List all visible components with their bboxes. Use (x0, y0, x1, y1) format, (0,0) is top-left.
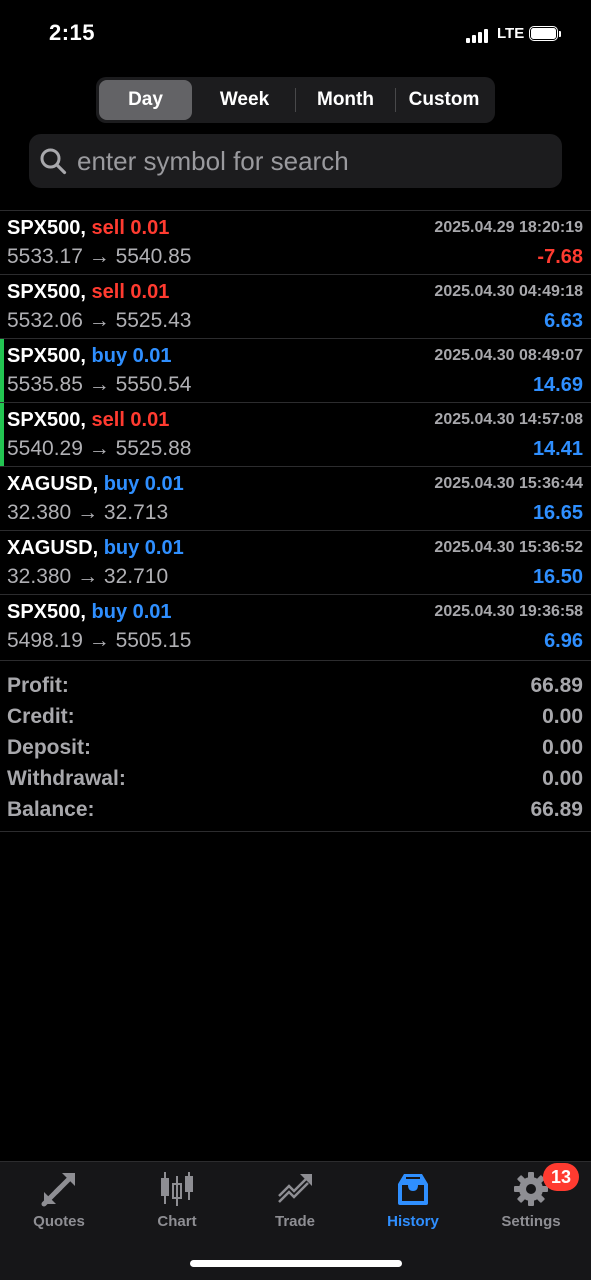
trade-trend-icon (278, 1174, 312, 1203)
trade-prices: 32.380 → 32.713 (7, 501, 169, 524)
trade-date: 2025.04.29 18:20:19 (434, 219, 583, 236)
trade-side: buy 0.01 (103, 473, 184, 495)
candlestick-chart-icon (161, 1172, 193, 1206)
tab-label: Chart (157, 1213, 197, 1230)
trade-row[interactable]: SPX500, sell 0.01 2025.04.30 04:49:18 55… (0, 274, 591, 338)
trade-symbol: SPX500, (7, 345, 86, 367)
settings-notification-badge: 13 (543, 1163, 579, 1191)
trade-profit: -7.68 (537, 246, 583, 268)
summary-row-credit: Credit: 0.00 (0, 705, 591, 736)
summary-label: Profit: (7, 674, 69, 697)
trade-row[interactable]: SPX500, sell 0.01 2025.04.30 14:57:08 55… (0, 402, 591, 467)
tab-label: Settings (501, 1213, 561, 1230)
trade-profit: 16.50 (532, 566, 583, 588)
trade-date: 2025.04.30 14:57:08 (434, 411, 583, 428)
trade-symbol: XAGUSD, (7, 537, 99, 559)
status-time: 2:15 (49, 20, 96, 45)
trade-side: sell 0.01 (91, 281, 170, 303)
trade-date: 2025.04.30 04:49:18 (434, 283, 583, 300)
trade-prices: 5498.19 → 5505.15 (7, 629, 192, 652)
tab-month[interactable]: Month (297, 80, 394, 120)
tab-day[interactable]: Day (99, 80, 192, 120)
summary-row-deposit: Deposit: 0.00 (0, 736, 591, 767)
trade-profit: 14.69 (532, 374, 583, 396)
trade-symbol: SPX500, (7, 601, 86, 623)
tab-label: Quotes (33, 1213, 85, 1230)
trade-history-list: SPX500, sell 0.01 2025.04.29 18:20:19 55… (0, 210, 591, 658)
summary-value: 0.00 (542, 767, 583, 790)
home-indicator (190, 1260, 402, 1267)
trade-side: sell 0.01 (91, 217, 170, 239)
status-bar: 2:15 LTE (0, 0, 591, 70)
tab-history[interactable]: History (354, 1162, 472, 1242)
trade-row[interactable]: SPX500, sell 0.01 2025.04.29 18:20:19 55… (0, 210, 591, 274)
summary-value: 0.00 (542, 736, 583, 759)
trade-symbol: SPX500, (7, 217, 86, 239)
cellular-signal-icon (466, 29, 490, 43)
trade-profit: 16.65 (532, 502, 583, 524)
trade-profit: 6.63 (544, 310, 583, 332)
tab-label: History (387, 1213, 439, 1230)
search-input[interactable] (77, 134, 547, 188)
summary-row-withdrawal: Withdrawal: 0.00 (0, 767, 591, 798)
trade-profit: 6.96 (544, 630, 583, 652)
segment-divider (295, 88, 296, 112)
summary-label: Balance: (7, 798, 95, 821)
trade-prices: 5535.85 → 5550.54 (7, 373, 192, 396)
summary-value: 66.89 (530, 798, 583, 821)
trade-row[interactable]: SPX500, buy 0.01 2025.04.30 19:36:58 549… (0, 594, 591, 658)
trade-prices: 5532.06 → 5525.43 (7, 309, 192, 332)
trade-side: buy 0.01 (103, 537, 184, 559)
trade-side: sell 0.01 (91, 409, 170, 431)
tab-custom[interactable]: Custom (396, 80, 492, 120)
trade-symbol: SPX500, (7, 409, 86, 431)
tab-label: Trade (274, 1213, 316, 1230)
summary-row-profit: Profit: 66.89 (0, 674, 591, 705)
trade-symbol: SPX500, (7, 281, 86, 303)
quotes-arrows-icon (41, 1173, 75, 1207)
tab-quotes[interactable]: Quotes (0, 1162, 118, 1242)
network-label: LTE (497, 25, 525, 42)
summary-value: 0.00 (542, 705, 583, 728)
tab-trade[interactable]: Trade (236, 1162, 354, 1242)
trade-date: 2025.04.30 19:36:58 (434, 603, 583, 620)
account-summary: Profit: 66.89 Credit: 0.00 Deposit: 0.00… (0, 660, 591, 832)
trade-row[interactable]: SPX500, buy 0.01 2025.04.30 08:49:07 553… (0, 338, 591, 403)
history-screen: 2:15 LTE Day Week Month Custom SPX500, s… (0, 0, 591, 1280)
trade-symbol: XAGUSD, (7, 473, 99, 495)
trade-side: buy 0.01 (91, 601, 172, 623)
search-bar[interactable] (29, 134, 562, 188)
tab-chart[interactable]: Chart (118, 1162, 236, 1242)
tab-week[interactable]: Week (196, 80, 293, 120)
battery-icon (529, 26, 561, 43)
summary-label: Withdrawal: (7, 767, 126, 790)
trade-row[interactable]: XAGUSD, buy 0.01 2025.04.30 15:36:44 32.… (0, 466, 591, 530)
period-segmented-control: Day Week Month Custom (96, 77, 495, 123)
trade-side: buy 0.01 (91, 345, 172, 367)
trade-prices: 5540.29 → 5525.88 (7, 437, 192, 460)
trade-date: 2025.04.30 15:36:44 (434, 475, 583, 492)
summary-value: 66.89 (530, 674, 583, 697)
summary-label: Deposit: (7, 736, 91, 759)
summary-label: Credit: (7, 705, 75, 728)
search-icon (40, 148, 67, 175)
trade-row[interactable]: XAGUSD, buy 0.01 2025.04.30 15:36:52 32.… (0, 530, 591, 594)
trade-prices: 32.380 → 32.710 (7, 565, 169, 588)
summary-row-balance: Balance: 66.89 (0, 798, 591, 829)
trade-date: 2025.04.30 08:49:07 (434, 347, 583, 364)
trade-prices: 5533.17 → 5540.85 (7, 245, 192, 268)
trade-profit: 14.41 (532, 438, 583, 460)
history-inbox-icon (398, 1174, 428, 1205)
trade-date: 2025.04.30 15:36:52 (434, 539, 583, 556)
